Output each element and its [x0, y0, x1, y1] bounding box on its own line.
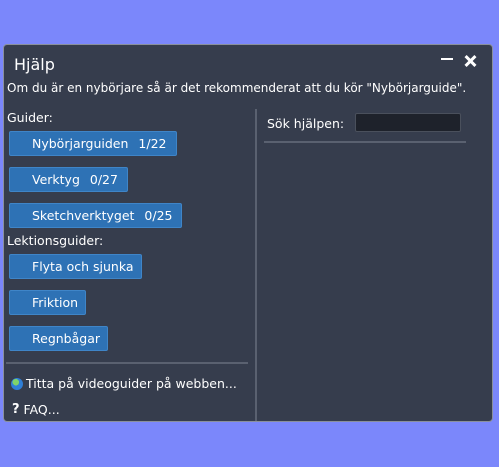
guide-button-sketchverktyget[interactable]: Sketchverktyget 0/25 [9, 203, 182, 228]
guides-heading: Guider: [7, 110, 53, 125]
lesson-label: Friktion [32, 295, 79, 310]
left-divider [6, 362, 248, 364]
guide-label: Sketchverktyget [32, 208, 135, 223]
help-window: Hjälp Om du är en nybörjare så är det re… [3, 44, 493, 422]
video-guides-label: Titta på videoguider på webben... [26, 376, 237, 391]
beginner-banner: Om du är en nybörjare så är det rekommen… [7, 81, 467, 95]
close-icon[interactable] [462, 53, 478, 69]
lesson-button-regnbagar[interactable]: Regnbågar [9, 326, 108, 351]
search-input[interactable] [355, 113, 461, 132]
lessons-heading: Lektionsguider: [7, 233, 104, 248]
faq-link[interactable]: ? FAQ... [10, 402, 60, 417]
guide-button-verktyg[interactable]: Verktyg 0/27 [9, 167, 128, 192]
video-guides-link[interactable]: Titta på videoguider på webben... [10, 376, 237, 391]
search-divider [264, 141, 466, 143]
search-label: Sök hjälpen: [267, 116, 345, 131]
globe-icon [11, 377, 23, 390]
question-mark-icon: ? [12, 402, 20, 417]
guide-progress: 1/22 [138, 136, 167, 151]
lesson-label: Regnbågar [32, 331, 100, 346]
guide-progress: 0/25 [144, 208, 173, 223]
guide-progress: 0/27 [89, 172, 118, 187]
guide-label: Verktyg [32, 172, 80, 187]
faq-label: FAQ... [23, 402, 60, 417]
window-title: Hjälp [14, 55, 55, 74]
lesson-label: Flyta och sjunka [32, 259, 134, 274]
lesson-button-flyta-och-sjunka[interactable]: Flyta och sjunka [9, 254, 142, 279]
guide-label: Nybörjarguiden [32, 136, 129, 151]
minimize-icon[interactable] [441, 58, 453, 60]
guide-button-nyborjarguiden[interactable]: Nybörjarguiden 1/22 [9, 131, 177, 156]
lesson-button-friktion[interactable]: Friktion [9, 290, 86, 315]
panel-divider [255, 109, 257, 421]
